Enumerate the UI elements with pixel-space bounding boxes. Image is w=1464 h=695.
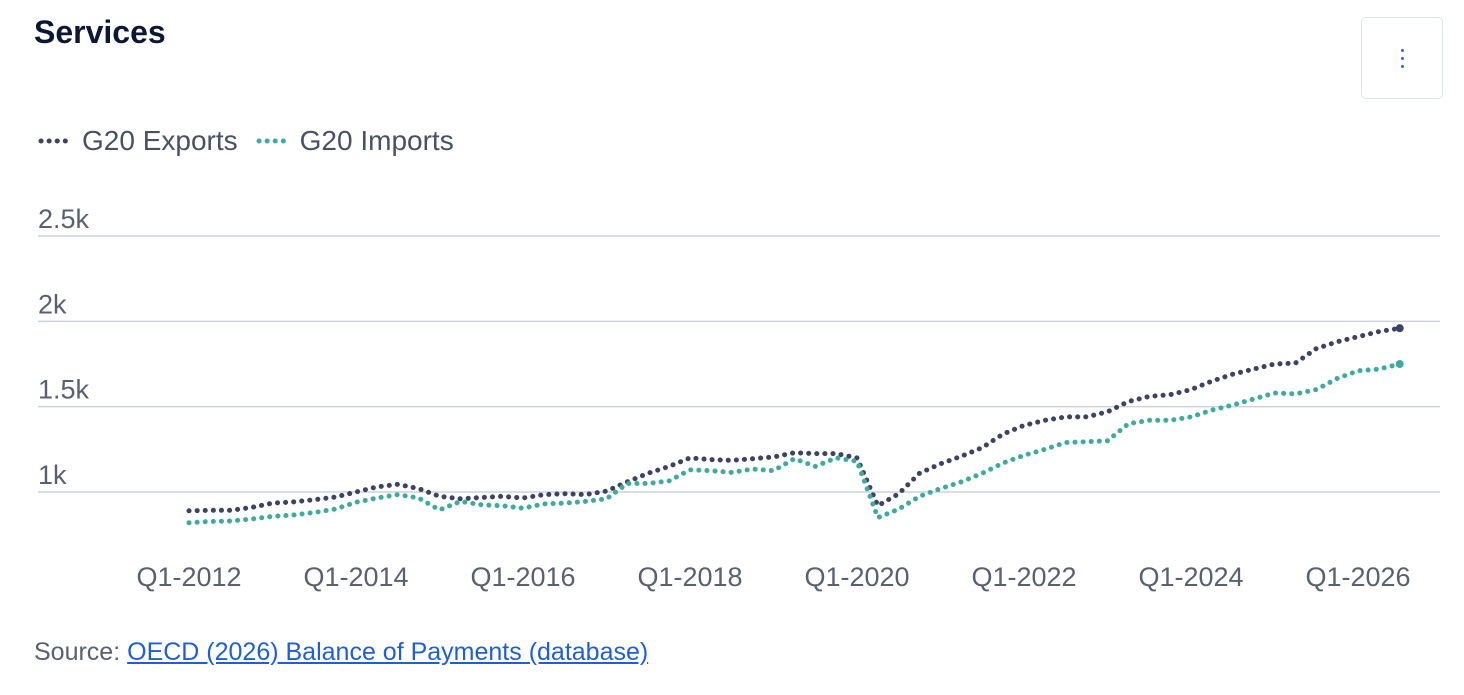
x-tick-label: Q1-2020 (804, 562, 909, 592)
y-tick-label: 1k (38, 460, 67, 490)
x-tick-label: Q1-2012 (136, 562, 241, 592)
series-line (186, 361, 1403, 526)
source-label: Source: (34, 638, 121, 666)
chart-legend: G20 Exports G20 Imports (38, 125, 454, 157)
legend-item-imports[interactable]: G20 Imports (256, 125, 454, 157)
x-tick-label: Q1-2018 (637, 562, 742, 592)
more-vertical-icon (1400, 48, 1404, 68)
x-tick-label: Q1-2022 (971, 562, 1076, 592)
source-footer: Source: OECD (2026) Balance of Payments … (34, 638, 648, 667)
series-imports (186, 360, 1404, 526)
legend-label-exports: G20 Exports (82, 125, 238, 156)
legend-item-exports[interactable]: G20 Exports (38, 125, 238, 157)
series-end-marker (1395, 360, 1404, 368)
y-tick-label: 2.5k (38, 204, 90, 234)
x-tick-label: Q1-2024 (1138, 562, 1243, 592)
line-chart: 2.5k 2k 1.5k 1k Q1-2012 Q1-2014 Q1-2016 Q1-2018… (38, 204, 1440, 592)
source-link[interactable]: OECD (2026) Balance of Payments (databas… (127, 638, 648, 666)
series-exports (186, 324, 1404, 514)
legend-swatch-exports (38, 138, 72, 144)
legend-label-imports: G20 Imports (299, 125, 454, 156)
x-tick-label: Q1-2026 (1305, 562, 1410, 592)
chart-menu-button[interactable] (1361, 17, 1443, 99)
chart-title: Services (34, 14, 166, 50)
x-tick-label: Q1-2016 (470, 562, 575, 592)
series-line (186, 325, 1403, 514)
y-tick-label: 1.5k (38, 375, 90, 405)
legend-swatch-imports (256, 138, 290, 144)
series-end-marker (1395, 324, 1404, 333)
y-tick-label: 2k (38, 289, 67, 319)
x-tick-label: Q1-2014 (303, 562, 408, 592)
